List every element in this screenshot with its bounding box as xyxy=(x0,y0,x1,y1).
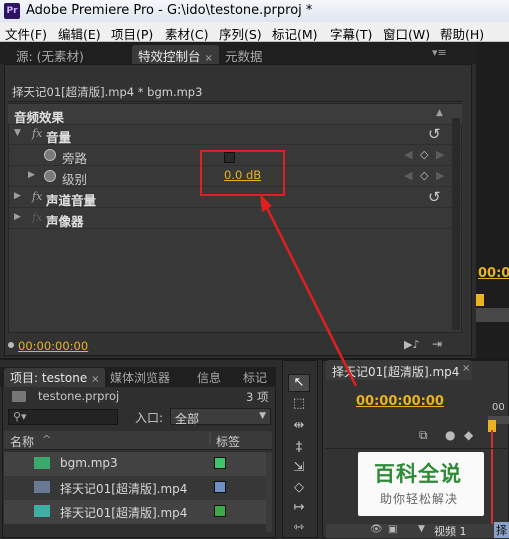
annotation-arrow-head xyxy=(260,194,272,212)
watermark-subtitle: 助你轻松解决 xyxy=(380,492,459,506)
annotation-arrow-line xyxy=(264,205,358,387)
watermark-title: 百科全说 xyxy=(374,462,462,486)
watermark-logo: 百科全说 助你轻松解决 xyxy=(358,452,484,516)
